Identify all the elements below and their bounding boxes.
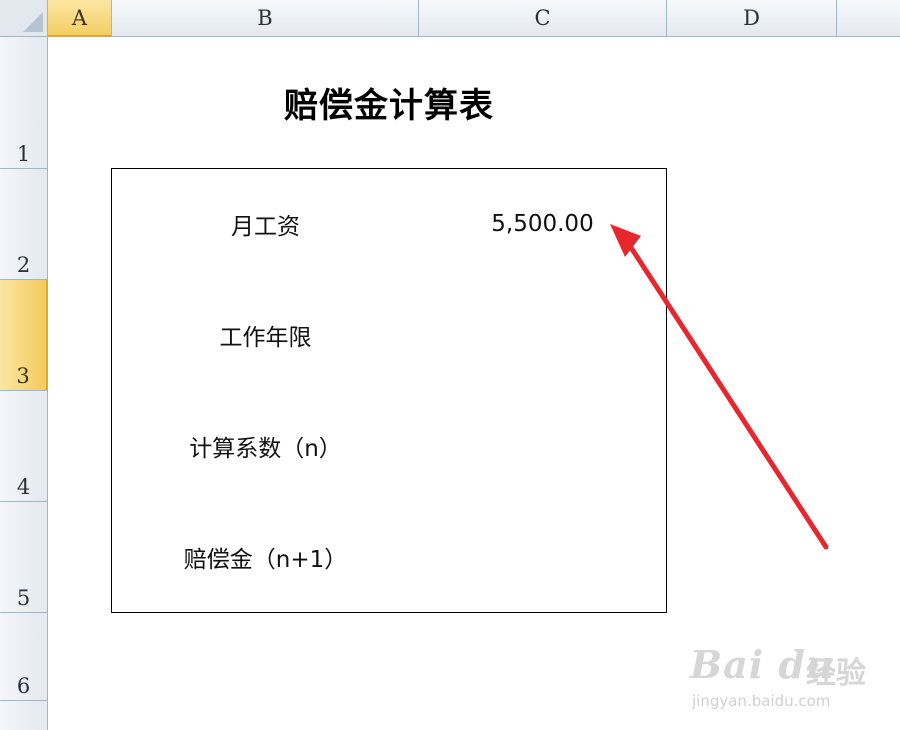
baidu-jingyan-watermark: Bai du 经验 jingyan.baidu.com <box>688 628 878 718</box>
arrow-shaft <box>627 243 829 550</box>
watermark-url: jingyan.baidu.com <box>692 692 831 710</box>
watermark-brand: 经验 <box>806 656 866 691</box>
annotation-arrow <box>610 224 829 550</box>
